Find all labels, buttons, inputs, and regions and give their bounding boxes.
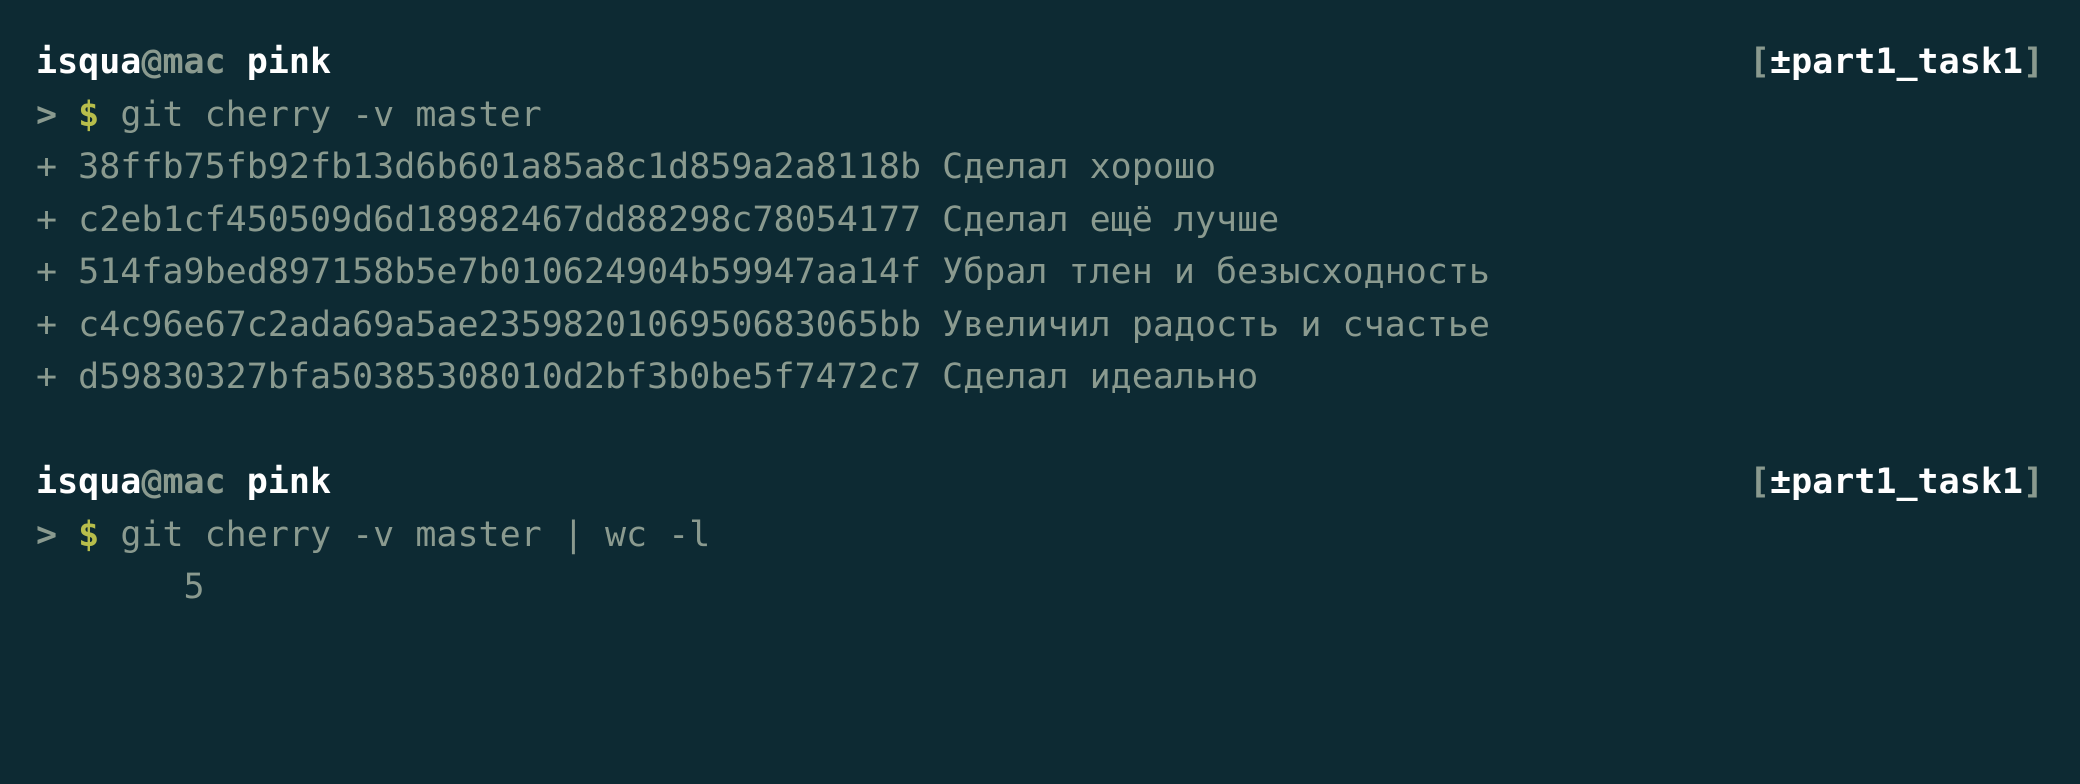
prompt-at: @ [141, 42, 162, 82]
plusminus-icon: ± [1770, 42, 1791, 82]
commit-hash: 514fa9bed897158b5e7b010624904b59947aa14f [78, 252, 921, 292]
prompt-dollar: $ [78, 515, 99, 555]
bracket-close: ] [2023, 42, 2044, 82]
commit-sep [921, 357, 942, 397]
commit-msg: Убрал тлен и безысходность [942, 252, 1490, 292]
prompt-user: isqua [36, 42, 141, 82]
prompt-dollar: $ [78, 95, 99, 135]
git-branch: part1_task1 [1791, 462, 2023, 502]
commit-sep [921, 305, 942, 345]
commit-msg: Сделал ещё лучше [942, 200, 1279, 240]
prompt-left-2: isqua@mac pink [36, 456, 331, 509]
commit-plus: + [36, 147, 78, 187]
commit-row: + c2eb1cf450509d6d18982467dd88298c780541… [36, 194, 2044, 247]
prompt-right-2: [±part1_task1] [1749, 456, 2044, 509]
command-row-1: > $ git cherry -v master [36, 89, 2044, 142]
prompt-gt: > [36, 515, 78, 555]
blank-line [36, 404, 2044, 457]
bracket-open: [ [1749, 462, 1770, 502]
commit-hash: c2eb1cf450509d6d18982467dd88298c78054177 [78, 200, 921, 240]
command-row-2: > $ git cherry -v master | wc -l [36, 509, 2044, 562]
commit-msg: Сделал идеально [942, 357, 1258, 397]
commit-msg: Сделал хорошо [942, 147, 1216, 187]
commit-hash: d59830327bfa50385308010d2bf3b0be5f7472c7 [78, 357, 921, 397]
prompt-sp [99, 515, 120, 555]
command-text-2: git cherry -v master | wc -l [120, 515, 710, 555]
prompt-user: isqua [36, 462, 141, 502]
bracket-close: ] [2023, 462, 2044, 502]
prompt-dir: pink [247, 462, 331, 502]
commit-hash: c4c96e67c2ada69a5ae2359820106950683065bb [78, 305, 921, 345]
commit-row: + 514fa9bed897158b5e7b010624904b59947aa1… [36, 246, 2044, 299]
commit-row: + c4c96e67c2ada69a5ae2359820106950683065… [36, 299, 2044, 352]
git-branch: part1_task1 [1791, 42, 2023, 82]
prompt-gt: > [36, 95, 78, 135]
prompt-host: mac [162, 462, 225, 502]
command-text-1: git cherry -v master [120, 95, 541, 135]
prompt-left-1: isqua@mac pink [36, 36, 331, 89]
prompt-row-1: isqua@mac pink [±part1_task1] [36, 36, 2044, 89]
prompt-at: @ [141, 462, 162, 502]
wc-output: 5 [36, 561, 2044, 614]
commit-hash: 38ffb75fb92fb13d6b601a85a8c1d859a2a8118b [78, 147, 921, 187]
prompt-sep [226, 42, 247, 82]
commit-sep [921, 200, 942, 240]
commit-sep [921, 147, 942, 187]
commit-row: + d59830327bfa50385308010d2bf3b0be5f7472… [36, 351, 2044, 404]
commit-plus: + [36, 357, 78, 397]
prompt-dir: pink [247, 42, 331, 82]
commit-row: + 38ffb75fb92fb13d6b601a85a8c1d859a2a811… [36, 141, 2044, 194]
bracket-open: [ [1749, 42, 1770, 82]
commit-plus: + [36, 252, 78, 292]
prompt-sep [226, 462, 247, 502]
plusminus-icon: ± [1770, 462, 1791, 502]
commit-plus: + [36, 200, 78, 240]
terminal[interactable]: isqua@mac pink [±part1_task1] > $ git ch… [0, 0, 2080, 614]
commit-sep [921, 252, 942, 292]
commit-plus: + [36, 305, 78, 345]
prompt-row-2: isqua@mac pink [±part1_task1] [36, 456, 2044, 509]
prompt-host: mac [162, 42, 225, 82]
commit-msg: Увеличил радость и счастье [942, 305, 1490, 345]
prompt-sp [99, 95, 120, 135]
prompt-right-1: [±part1_task1] [1749, 36, 2044, 89]
